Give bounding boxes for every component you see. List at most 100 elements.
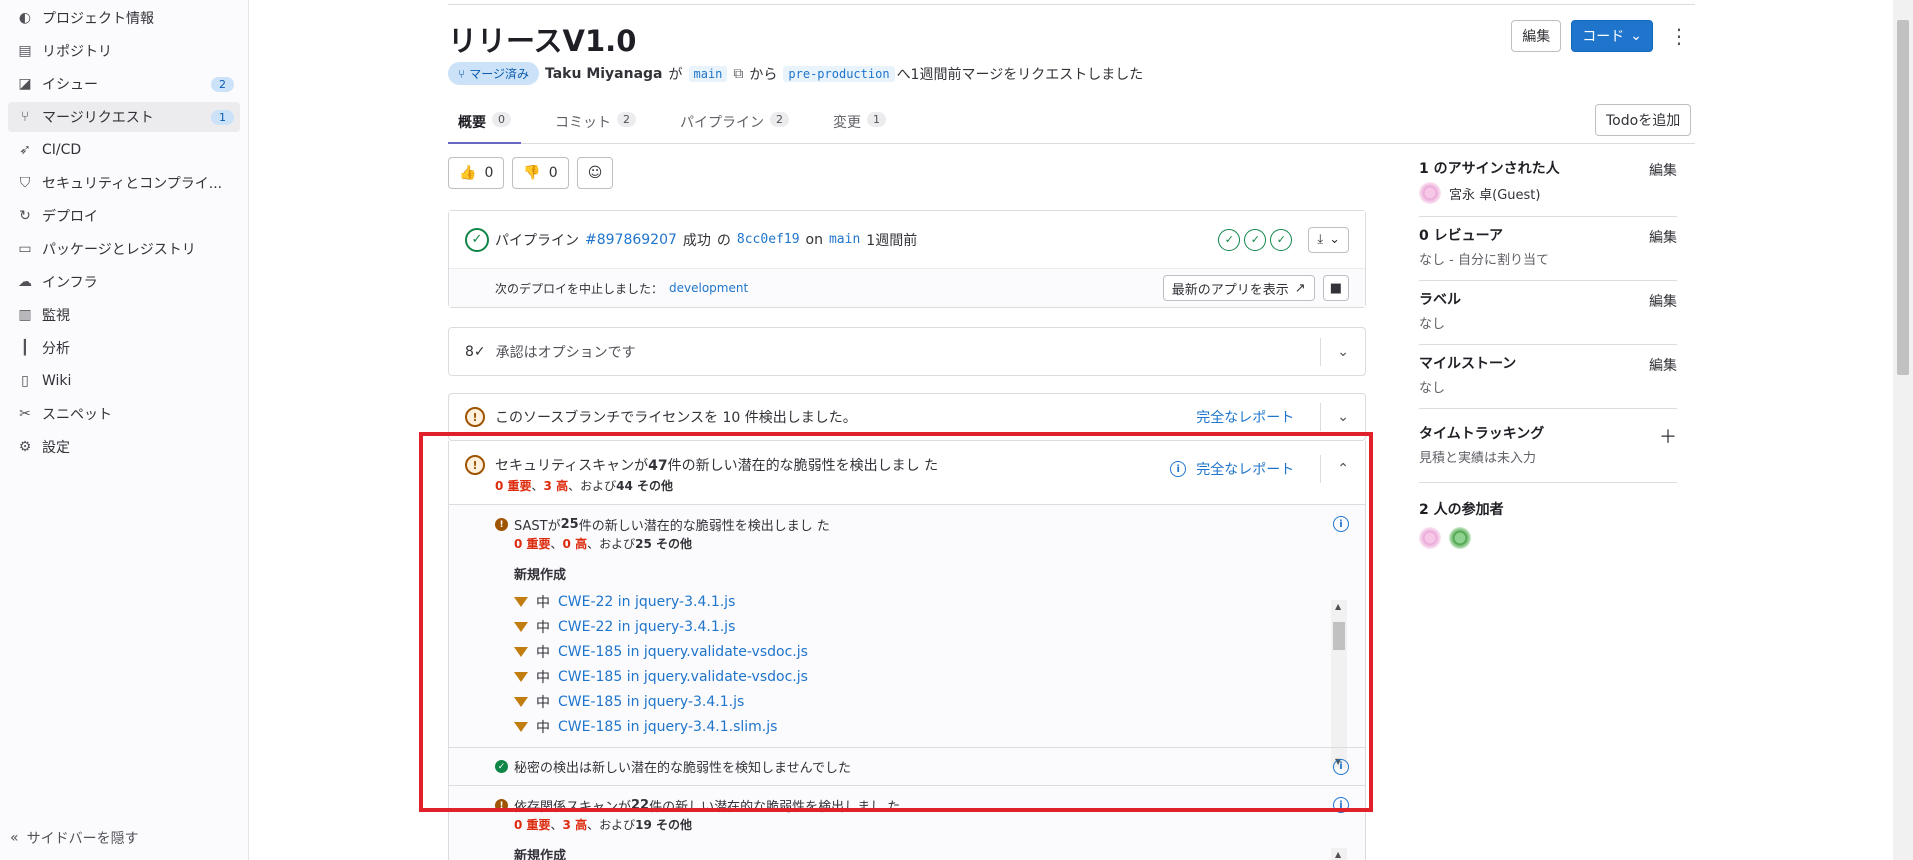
vulnerability-link[interactable]: CWE-22 in jquery-3.4.1.js	[558, 594, 735, 610]
license-full-report-link[interactable]: 完全なレポート	[1196, 407, 1294, 427]
branch-link[interactable]: main	[829, 232, 860, 247]
assignee-name[interactable]: 宮永 卓(Guest)	[1449, 184, 1540, 203]
copy-icon[interactable]: ⧉	[733, 66, 743, 82]
time-tracking-value: 見積と実績は未入力	[1419, 451, 1537, 466]
double-chevron-left-icon: «	[10, 830, 19, 846]
sidebar-item-project-info[interactable]: ◐ プロジェクト情報	[8, 3, 240, 33]
sidebar-item-deploy[interactable]: ↻ デプロイ	[8, 201, 240, 231]
label-title: ラベル	[1419, 292, 1461, 308]
avatar[interactable]	[1449, 527, 1471, 549]
stop-button[interactable]: ■	[1322, 275, 1349, 301]
sidebar-item-snippets[interactable]: ✂ スニペット	[8, 399, 240, 429]
expand-chevron-icon[interactable]: ⌄	[1320, 337, 1349, 366]
pipeline-status: 成功	[682, 232, 711, 249]
warning-icon: !	[465, 455, 485, 475]
sidebar-item-merge-requests[interactable]: ⑂ マージリクエスト 1	[8, 102, 240, 132]
label-value: なし	[1419, 317, 1446, 332]
vulnerability-link[interactable]: CWE-22 in jquery-3.4.1.js	[558, 619, 735, 635]
sast-summary: 0 重要、0 高、および25 その他	[514, 535, 1349, 552]
vulnerability-link[interactable]: CWE-185 in jquery.validate-vsdoc.js	[558, 669, 808, 685]
environment-link[interactable]: development	[669, 281, 748, 295]
sidebar-item-packages[interactable]: ▭ パッケージとレジストリ	[8, 234, 240, 264]
sidebar-item-repository[interactable]: ▤ リポジトリ	[8, 36, 240, 66]
thumbs-up-button[interactable]: 👍 0	[448, 157, 505, 189]
vulnerability-scrollbar[interactable]: ▲ ▼	[1331, 600, 1347, 768]
info-icon[interactable]: i	[1333, 797, 1349, 813]
code-dropdown-button[interactable]: コード ⌄	[1571, 20, 1653, 52]
deploy-text: 次のデプロイを中止しました：	[495, 281, 664, 296]
expand-chevron-icon[interactable]: ⌄	[1320, 403, 1349, 431]
sidebar-item-cicd[interactable]: ➶ CI/CD	[8, 135, 240, 165]
edit-label-link[interactable]: 編集	[1649, 291, 1677, 311]
mr-meta: ⑂ マージ済み Taku Miyanaga が main ⧉ から pre-pro…	[448, 62, 1143, 85]
commit-link[interactable]: 8cc0ef19	[737, 232, 800, 247]
avatar[interactable]	[1419, 182, 1441, 204]
tab-commits[interactable]: コミット 2	[545, 104, 646, 144]
sidebar-item-settings[interactable]: ⚙ 設定	[8, 432, 240, 462]
vulnerability-item: 中 CWE-185 in jquery.validate-vsdoc.js	[514, 664, 1349, 689]
stage-success-icon[interactable]: ✓	[1270, 228, 1293, 251]
stage-success-icon[interactable]: ✓	[1218, 228, 1241, 251]
source-branch[interactable]: main	[688, 65, 728, 82]
hide-sidebar-button[interactable]: « サイドバーを隠す	[10, 828, 139, 848]
warning-icon: !	[495, 518, 508, 531]
sep: 、および	[587, 818, 636, 832]
info-icon[interactable]: i	[1333, 516, 1349, 532]
edit-assignee-link[interactable]: 編集	[1649, 160, 1677, 180]
plus-icon[interactable]: ＋	[1659, 423, 1677, 449]
stop-icon: ■	[1329, 280, 1342, 296]
author-link[interactable]: Taku Miyanaga	[545, 66, 663, 82]
critical-count: 0 重要	[514, 537, 551, 551]
sidebar-item-security[interactable]: ⛉ セキュリティとコンプライ...	[8, 168, 240, 198]
vulnerability-link[interactable]: CWE-185 in jquery-3.4.1.js	[558, 694, 744, 710]
info-icon[interactable]: i	[1333, 758, 1349, 775]
info-icon[interactable]: i	[1170, 461, 1187, 477]
new-section-label: 新規作成	[514, 849, 567, 860]
add-reaction-button[interactable]: ☺	[576, 157, 614, 189]
collapse-chevron-icon[interactable]: ⌃	[1320, 455, 1349, 483]
sidebar-item-wiki[interactable]: ▯ Wiki	[8, 366, 240, 396]
dep-scrollbar[interactable]: ▲	[1331, 848, 1347, 860]
scroll-thumb[interactable]	[1333, 622, 1345, 650]
sidebar-item-analytics[interactable]: ┃ 分析	[8, 333, 240, 363]
vulnerability-link[interactable]: CWE-185 in jquery-3.4.1.slim.js	[558, 719, 777, 735]
dep-pre: 依存関係スキャンが	[514, 800, 632, 815]
sidebar-item-issues[interactable]: ◪ イシュー 2	[8, 69, 240, 99]
add-todo-button[interactable]: Todoを追加	[1595, 104, 1692, 136]
edit-milestone-link[interactable]: 編集	[1649, 355, 1677, 375]
title-post: 件の新しい潜在的な脆弱性を検出しまし た	[667, 458, 939, 474]
pipeline-id-link[interactable]: #897869207	[585, 232, 677, 248]
medium-severity-icon	[514, 696, 528, 707]
security-full-report-link[interactable]: 完全なレポート	[1196, 459, 1294, 479]
sidebar-item-monitor[interactable]: ▥ 監視	[8, 300, 240, 330]
view-app-button[interactable]: 最新のアプリを表示 ↗	[1162, 275, 1315, 301]
reactions: 👍 0 👎 0 ☺	[448, 157, 614, 189]
page-scroll-thumb[interactable]	[1897, 20, 1909, 375]
tab-overview[interactable]: 概要 0	[448, 104, 521, 144]
tab-label: 変更	[833, 115, 861, 131]
vulnerability-link[interactable]: CWE-185 in jquery.validate-vsdoc.js	[558, 644, 808, 660]
tab-pipelines[interactable]: パイプライン 2	[670, 104, 799, 144]
sast-num: 25	[560, 517, 579, 532]
download-artifacts-button[interactable]: ⤓ ⌄	[1308, 226, 1349, 253]
tab-changes[interactable]: 変更 1	[823, 104, 896, 144]
page-scrollbar[interactable]	[1893, 0, 1913, 860]
edit-button[interactable]: 編集	[1511, 20, 1562, 52]
edit-reviewer-link[interactable]: 編集	[1649, 227, 1677, 247]
more-actions-icon[interactable]: ⋮	[1663, 24, 1695, 48]
pipeline-on: on	[805, 231, 823, 248]
scroll-up-icon[interactable]: ▲	[1335, 602, 1341, 611]
security-actions: i 完全なレポート ⌃	[1170, 455, 1349, 483]
target-branch[interactable]: pre-production	[783, 65, 895, 82]
dep-title: ! 依存関係スキャンが 22 件の新しい潜在的な脆弱性を検出しまし た	[495, 796, 1349, 815]
view-app-label: 最新のアプリを表示	[1171, 282, 1289, 298]
thumbs-down-button[interactable]: 👎 0	[512, 157, 569, 189]
external-link-icon: ↗	[1294, 280, 1306, 296]
scroll-up-icon[interactable]: ▲	[1335, 850, 1341, 859]
other-count: 25 その他	[635, 537, 692, 551]
stage-success-icon[interactable]: ✓	[1244, 228, 1267, 251]
reviewer-value[interactable]: なし - 自分に割り当て	[1419, 249, 1677, 268]
sidebar-item-infra[interactable]: ☁ インフラ	[8, 267, 240, 297]
tab-count: 2	[617, 112, 636, 127]
avatar[interactable]	[1419, 527, 1441, 549]
